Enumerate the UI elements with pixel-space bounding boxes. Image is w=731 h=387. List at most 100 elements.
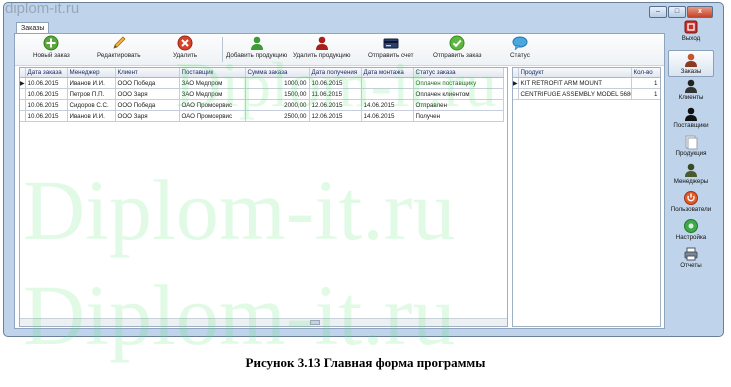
sidebar-item-label: Клиенты (678, 94, 704, 101)
table-cell[interactable]: Отправлен (413, 99, 504, 111)
minimize-button[interactable]: – (649, 6, 667, 18)
sidebar-item-managers[interactable]: Менеджеры (668, 162, 714, 189)
sidebar-item-orders[interactable]: Заказы (668, 50, 714, 77)
table-cell[interactable]: ОАО Промсервис (179, 99, 246, 111)
sidebar-item-settings[interactable]: Настройка (668, 218, 714, 245)
status-button[interactable]: Статус (510, 35, 530, 59)
table-cell[interactable] (361, 77, 414, 89)
table-cell[interactable]: ООО Победа (115, 77, 180, 89)
table-cell[interactable]: 1000,00 (245, 77, 310, 89)
sidebar-item-suppliers[interactable]: Поставщики (668, 106, 714, 133)
table-cell[interactable]: 1 (631, 88, 660, 100)
products-header-row: Продукт Кол-во (513, 68, 660, 78)
table-row[interactable]: 10.06.2015 Иванов И.И. ООО Заря ОАО Пром… (20, 110, 504, 122)
table-cell[interactable]: ООО Заря (115, 88, 180, 100)
table-cell[interactable]: Иванов И.И. (67, 77, 116, 89)
table-cell[interactable]: Получен (413, 110, 504, 122)
table-cell[interactable]: 14.06.2015 (361, 99, 414, 111)
column-header[interactable]: Поставщик (179, 68, 246, 78)
add-product-button[interactable]: Добавить продукцию (226, 35, 287, 59)
user-add-icon (250, 36, 263, 50)
horizontal-scrollbar[interactable] (20, 318, 507, 326)
table-cell[interactable]: 10.06.2015 (25, 99, 68, 111)
new-order-label: Новый заказ (33, 52, 70, 59)
table-cell[interactable]: Иванов И.И. (67, 110, 116, 122)
orders-table: Дата заказа Менеджер Клиент Поставщик Су… (20, 68, 504, 122)
remove-product-label: Удалить продукцию (293, 52, 351, 59)
table-cell[interactable]: 10.06.2015 (25, 77, 68, 89)
send-invoice-button[interactable]: Отправить счет (368, 35, 414, 59)
sidebar-item-exit[interactable]: Выход (668, 19, 714, 46)
table-cell[interactable]: ООО Заря (115, 110, 180, 122)
table-row[interactable]: 10.06.2015 Сидоров С.С. ООО Победа ОАО П… (20, 99, 504, 111)
table-row[interactable]: ▶ KIT RETROFIT ARM MOUNT 1 (513, 77, 660, 89)
table-cell[interactable]: CENTRIFUGE ASSEMBLY MODEL 5680 (518, 88, 632, 100)
user-remove-icon (315, 36, 328, 50)
orders-icon (685, 53, 697, 67)
products-table: Продукт Кол-во ▶ KIT RETROFIT ARM MOUNT … (513, 68, 660, 100)
sidebar-item-users[interactable]: Пользователи (668, 190, 714, 217)
column-header[interactable]: Кол-во (631, 68, 660, 78)
sidebar-item-label: Выход (681, 35, 701, 42)
managers-icon (685, 163, 697, 177)
column-header[interactable]: Дата монтажа (361, 68, 414, 78)
column-header[interactable]: Менеджер (67, 68, 116, 78)
sidebar-item-label: Отчеты (680, 262, 702, 269)
toolbar-separator (222, 37, 223, 62)
table-cell[interactable]: ООО Победа (115, 99, 180, 111)
table-cell[interactable]: 12.06.2015 (309, 110, 362, 122)
settings-icon (684, 219, 698, 233)
maximize-button[interactable]: □ (668, 6, 686, 18)
sidebar-item-clients[interactable]: Клиенты (668, 78, 714, 105)
table-cell[interactable]: Сидоров С.С. (67, 99, 116, 111)
exit-icon (684, 20, 698, 34)
table-cell[interactable]: 11.06.2015 (309, 88, 362, 100)
column-header[interactable]: Продукт (518, 68, 632, 78)
table-cell[interactable]: Оплачен клиентом (413, 88, 504, 100)
column-header[interactable]: Дата получения (309, 68, 362, 78)
table-cell[interactable]: Петров П.П. (67, 88, 116, 100)
edit-button[interactable]: Редактировать (97, 35, 141, 59)
table-row[interactable]: CENTRIFUGE ASSEMBLY MODEL 5680 1 (513, 88, 660, 100)
figure-caption: Рисунок 3.13 Главная форма программы (245, 355, 486, 370)
new-order-button[interactable]: Новый заказ (33, 35, 70, 59)
table-cell[interactable]: 10.06.2015 (25, 110, 68, 122)
card-icon (383, 38, 399, 49)
table-cell[interactable]: 2500,00 (245, 110, 310, 122)
table-cell[interactable]: ЗАО Медпром (179, 88, 246, 100)
sidebar-item-label: Настройка (675, 234, 707, 241)
table-cell[interactable]: Оплачен поставщику (413, 77, 504, 89)
column-header[interactable]: Сумма заказа (245, 68, 310, 78)
table-cell[interactable]: 10.06.2015 (25, 88, 68, 100)
sidebar-item-label: Заказы (680, 68, 702, 75)
add-icon (43, 35, 59, 51)
table-cell[interactable]: KIT RETROFIT ARM MOUNT (518, 77, 632, 89)
table-cell[interactable]: ОАО Промсервис (179, 110, 246, 122)
send-order-button[interactable]: Отправить заказ (433, 35, 482, 59)
close-button[interactable]: x (687, 6, 713, 18)
sidebar-item-label: Продукция (675, 150, 707, 157)
remove-product-button[interactable]: Удалить продукцию (293, 35, 351, 59)
check-icon (449, 35, 465, 51)
window-controls: – □ x (649, 6, 713, 18)
scrollbar-thumb[interactable] (310, 320, 320, 325)
table-cell[interactable] (361, 88, 414, 100)
table-cell[interactable]: ЗАО Медпром (179, 77, 246, 89)
column-header[interactable]: Дата заказа (25, 68, 68, 78)
column-header[interactable]: Статус заказа (413, 68, 504, 78)
delete-button[interactable]: Удалить (173, 35, 197, 59)
suppliers-icon (685, 107, 697, 121)
table-cell[interactable]: 10.06.2015 (309, 77, 362, 89)
sidebar-item-products[interactable]: Продукция (668, 134, 714, 161)
sidebar-item-reports[interactable]: Отчеты (668, 246, 714, 273)
table-cell[interactable]: 12.06.2015 (309, 99, 362, 111)
table-row[interactable]: 10.06.2015 Петров П.П. ООО Заря ЗАО Медп… (20, 88, 504, 100)
table-cell[interactable]: 2000,00 (245, 99, 310, 111)
orders-header-row: Дата заказа Менеджер Клиент Поставщик Су… (20, 68, 504, 78)
toolbar: Новый заказ Редактировать Удалить Добави… (15, 34, 664, 66)
table-row[interactable]: ▶ 10.06.2015 Иванов И.И. ООО Победа ЗАО … (20, 77, 504, 89)
table-cell[interactable]: 1 (631, 77, 660, 89)
table-cell[interactable]: 1500,00 (245, 88, 310, 100)
table-cell[interactable]: 14.06.2015 (361, 110, 414, 122)
column-header[interactable]: Клиент (115, 68, 180, 78)
